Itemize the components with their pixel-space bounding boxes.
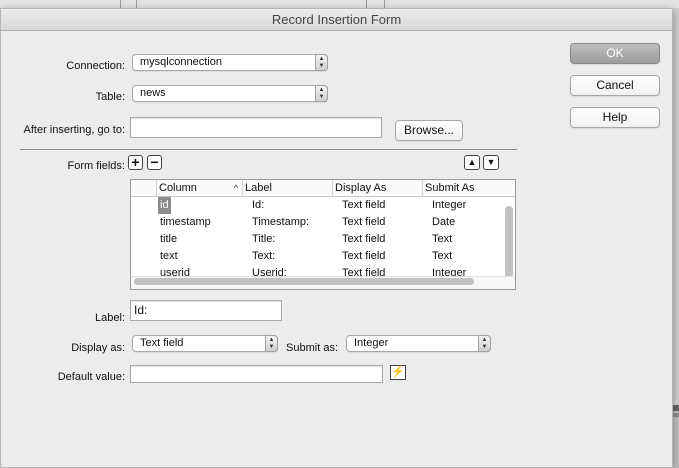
table-row[interactable]: text Text: Text field Text [131, 248, 515, 265]
table-value: news [140, 87, 166, 99]
select-stepper-icon: ▲ ▼ [478, 335, 491, 352]
row-column: id [158, 197, 171, 214]
row-submit-as: Text [432, 233, 453, 245]
row-display-as: Text field [342, 250, 386, 262]
select-stepper-icon: ▲ ▼ [315, 54, 328, 71]
background-divider [136, 0, 137, 8]
row-column: text [160, 250, 178, 262]
column-header-submit-as[interactable]: Submit As [422, 180, 515, 197]
field-label-input[interactable]: Id: [130, 300, 282, 321]
row-label: Title: [252, 233, 276, 245]
dynamic-data-icon[interactable]: ⚡ [390, 365, 406, 380]
cancel-button[interactable]: Cancel [570, 75, 660, 96]
background-divider [366, 0, 367, 8]
table-row[interactable]: timestamp Timestamp: Text field Date [131, 214, 515, 231]
table-header: Column ^ Label Display As Submit As [131, 180, 515, 197]
submit-as-label: Submit as: [286, 342, 338, 354]
row-display-as: Text field [342, 199, 386, 211]
submit-as-value: Integer [354, 337, 389, 349]
help-button[interactable]: Help [570, 107, 660, 128]
sort-ascending-icon: ^ [233, 183, 238, 193]
select-stepper-icon: ▲ ▼ [265, 335, 278, 352]
connection-label: Connection: [66, 60, 125, 72]
separator [20, 149, 517, 150]
display-as-select[interactable]: Text field ▲ ▼ [132, 335, 278, 352]
after-insert-input[interactable] [130, 117, 382, 138]
ok-button[interactable]: OK [570, 43, 660, 64]
row-submit-as: Date [432, 216, 456, 228]
default-value-input[interactable] [130, 365, 383, 383]
after-insert-label: After inserting, go to: [23, 124, 126, 136]
connection-select[interactable]: mysqlconnection ▲ ▼ [132, 54, 328, 71]
record-insertion-dialog: Record Insertion Form Connection: mysqlc… [0, 8, 673, 468]
column-header-label[interactable]: Label [242, 180, 332, 197]
vertical-scrollbar[interactable] [505, 206, 513, 278]
column-header-display-as[interactable]: Display As [332, 180, 422, 197]
row-submit-as: Text [432, 250, 453, 262]
default-value-label: Default value: [57, 371, 125, 383]
select-stepper-icon: ▲ ▼ [315, 85, 328, 102]
background-window [0, 0, 679, 8]
dialog-title: Record Insertion Form [1, 9, 672, 31]
row-display-as: Text field [342, 233, 386, 245]
table-label: Table: [95, 91, 125, 103]
minus-icon[interactable]: − [147, 155, 162, 170]
table-row[interactable]: title Title: Text field Text [131, 231, 515, 248]
form-fields-label: Form fields: [67, 160, 125, 172]
connection-value: mysqlconnection [140, 56, 222, 68]
table-select[interactable]: news ▲ ▼ [132, 85, 328, 102]
submit-as-select[interactable]: Integer ▲ ▼ [346, 335, 491, 352]
form-fields-table[interactable]: Column ^ Label Display As Submit As id I… [130, 179, 516, 290]
triangle-up-icon[interactable]: ▲ [464, 155, 480, 170]
display-as-value: Text field [140, 337, 184, 349]
plus-icon[interactable]: + [128, 155, 143, 170]
row-submit-as: Integer [432, 199, 467, 211]
horizontal-scroll-track [131, 276, 515, 289]
field-label-label: Label: [95, 312, 125, 324]
display-as-label: Display as: [71, 342, 125, 354]
background-divider [120, 0, 121, 8]
background-divider [384, 0, 385, 8]
row-column: title [160, 233, 178, 245]
row-label: Timestamp: [252, 216, 310, 228]
table-row[interactable]: id Id: Text field Integer [131, 197, 515, 214]
horizontal-scrollbar[interactable] [134, 278, 474, 285]
column-header-column[interactable]: Column ^ [156, 180, 242, 197]
row-label: Id: [252, 199, 265, 211]
browse-button[interactable]: Browse... [395, 120, 463, 141]
row-label: Text: [252, 250, 276, 262]
row-display-as: Text field [342, 216, 386, 228]
triangle-down-icon[interactable]: ▼ [483, 155, 499, 170]
row-column: timestamp [160, 216, 211, 228]
